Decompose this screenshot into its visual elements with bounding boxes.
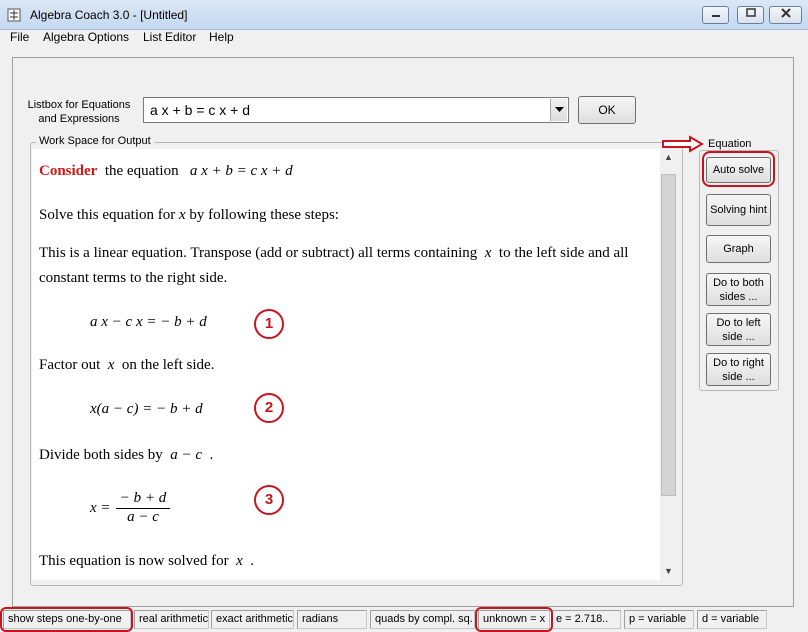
step2-paren: (a − c) xyxy=(96,401,139,417)
solved-text-post: . xyxy=(250,553,254,569)
solve-text-pre: Solve this equation for xyxy=(39,207,176,223)
workspace-legend: Work Space for Output xyxy=(36,135,154,147)
status-bar: show steps one-by-one real arithmetic ex… xyxy=(0,607,808,632)
ok-button[interactable]: OK xyxy=(578,96,636,124)
linear-line-2: constant terms to the right side. xyxy=(39,270,228,286)
step3-numerator: − b + d xyxy=(116,490,170,509)
listbox-label: Listbox for Equations and Expressions xyxy=(26,98,132,126)
divide-expr: a − c xyxy=(170,447,203,463)
status-real-arithmetic[interactable]: real arithmetic xyxy=(134,610,209,629)
workspace-output[interactable]: Consider the equation a x + b = c x + d … xyxy=(32,149,660,580)
status-e-value[interactable]: e = 2.718.. xyxy=(551,610,621,629)
step3-lhs: x = xyxy=(90,500,111,516)
do-to-left-side-button[interactable]: Do to left side ... xyxy=(706,313,771,346)
solving-hint-button[interactable]: Solving hint xyxy=(706,194,771,226)
solve-line: Solve this equation for x by following t… xyxy=(39,207,339,224)
equation-listbox-value[interactable]: a x + b = c x + d xyxy=(150,102,250,118)
do-to-right-side-button[interactable]: Do to right side ... xyxy=(706,353,771,386)
consider-word: Consider xyxy=(39,163,98,179)
status-d-variable[interactable]: d = variable xyxy=(697,610,767,629)
close-button[interactable] xyxy=(769,6,802,24)
title-bar: Algebra Coach 3.0 - [Untitled] xyxy=(0,0,808,30)
factor-text-pre: Factor out xyxy=(39,357,101,373)
step1-equation: a x − c x = − b + d xyxy=(90,314,207,330)
menu-bar: File Algebra Options List Editor Help xyxy=(0,30,808,52)
step3-denominator: a − c xyxy=(127,509,159,525)
status-p-variable[interactable]: p = variable xyxy=(624,610,694,629)
menu-algebra-options[interactable]: Algebra Options xyxy=(43,30,129,52)
step3-marker: 3 xyxy=(254,485,284,515)
factor-text-post: on the left side. xyxy=(121,357,215,373)
maximize-icon xyxy=(745,8,756,17)
auto-solve-highlight xyxy=(702,151,775,187)
minimize-button[interactable] xyxy=(702,6,729,24)
window-title: Algebra Coach 3.0 - [Untitled] xyxy=(30,8,188,22)
status-exact-arithmetic[interactable]: exact arithmetic xyxy=(211,610,294,629)
divide-text-pre: Divide both sides by xyxy=(39,447,163,463)
factor-var: x xyxy=(107,357,115,373)
menu-list-editor[interactable]: List Editor xyxy=(143,30,196,52)
close-icon xyxy=(780,8,791,18)
listbox-label-line2: and Expressions xyxy=(38,113,120,125)
minimize-icon xyxy=(711,15,720,17)
maximize-button[interactable] xyxy=(737,6,764,24)
linear-line-1: This is a linear equation. Transpose (ad… xyxy=(39,245,628,262)
solved-line: This equation is now solved for x . xyxy=(39,553,254,570)
linear-text-post: to the left side and all xyxy=(498,245,629,261)
linear-var: x xyxy=(484,245,492,261)
status-quads[interactable]: quads by compl. sq. xyxy=(370,610,475,629)
red-arrow-icon xyxy=(662,135,704,153)
step2-equation: x(a − c) = − b + d xyxy=(90,401,203,418)
factor-line: Factor out x on the left side. xyxy=(39,357,214,374)
step2-x: x xyxy=(90,401,97,417)
consider-equation: a x + b = c x + d xyxy=(189,163,293,179)
menu-file[interactable]: File xyxy=(10,30,29,52)
equation-listbox[interactable]: a x + b = c x + d xyxy=(143,97,569,123)
status-radians[interactable]: radians xyxy=(297,610,367,629)
solved-text-pre: This equation is now solved for xyxy=(39,553,229,569)
show-steps-highlight xyxy=(0,607,133,632)
solved-var: x xyxy=(236,553,243,569)
divide-line: Divide both sides by a − c . xyxy=(39,447,213,464)
equation-legend: Equation xyxy=(705,138,755,150)
divide-text-post: . xyxy=(209,447,214,463)
unknown-highlight xyxy=(475,607,553,632)
chevron-down-icon[interactable] xyxy=(550,99,567,121)
step2-marker: 2 xyxy=(254,393,284,423)
graph-button[interactable]: Graph xyxy=(706,235,771,263)
listbox-label-line1: Listbox for Equations xyxy=(27,99,131,111)
linear-text-pre: This is a linear equation. Transpose (ad… xyxy=(39,245,478,261)
scroll-down-icon[interactable]: ▼ xyxy=(660,563,677,580)
do-to-both-sides-button[interactable]: Do to both sides ... xyxy=(706,273,771,306)
solve-var: x xyxy=(178,207,186,223)
step2-rhs: = − b + d xyxy=(142,401,203,417)
step3-fraction: − b + d a − c xyxy=(116,490,170,526)
solve-text-post: by following these steps: xyxy=(189,207,339,223)
step1-marker: 1 xyxy=(254,309,284,339)
scroll-thumb[interactable] xyxy=(661,174,676,496)
workspace-scrollbar[interactable]: ▲ ▼ xyxy=(660,149,677,580)
menu-help[interactable]: Help xyxy=(209,30,234,52)
consider-rest: the equation xyxy=(104,163,179,179)
consider-line: Consider the equation a x + b = c x + d xyxy=(39,163,293,180)
app-icon[interactable] xyxy=(7,8,21,22)
